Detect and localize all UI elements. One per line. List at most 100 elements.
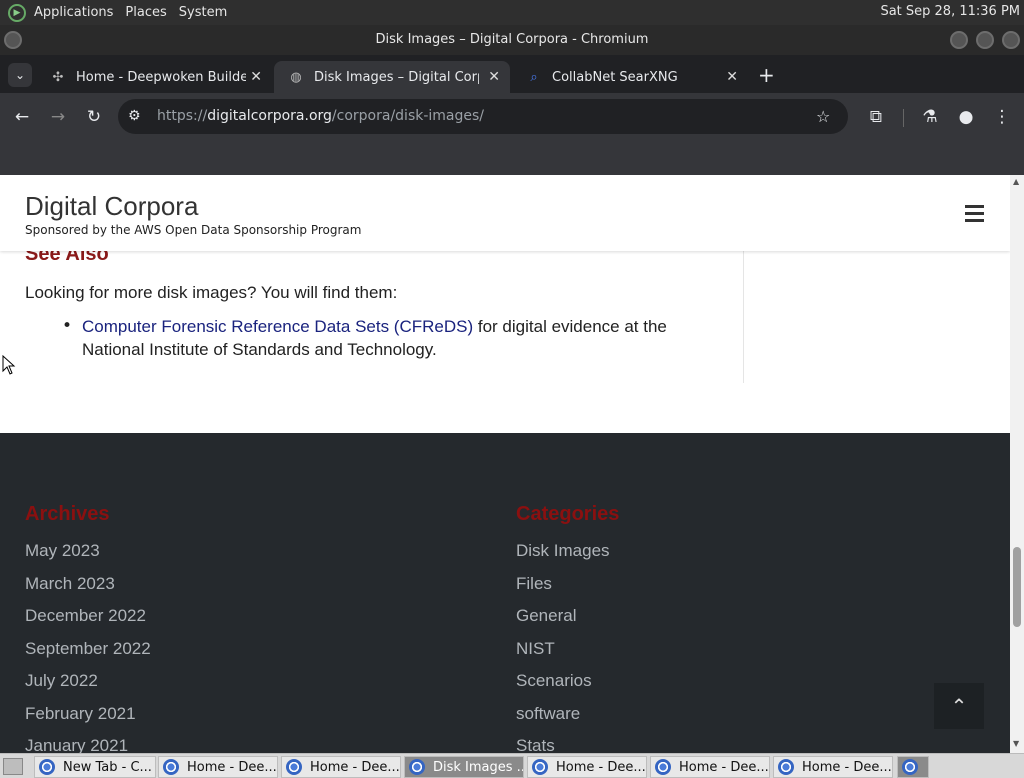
page-scrollbar[interactable]: ▲ ▼	[1010, 175, 1024, 753]
archive-link[interactable]: July 2022	[25, 671, 151, 704]
show-desktop-icon[interactable]	[3, 758, 23, 775]
profile-icon[interactable]: ●	[956, 107, 976, 127]
web-page: See Also Looking for more disk images? Y…	[0, 175, 1010, 753]
chromium-icon	[39, 759, 55, 775]
tab-strip: ⌄ ✣ Home - Deepwoken Builder ✕ ◍ Disk Im…	[0, 55, 1024, 93]
deepwoken-icon: ✣	[52, 69, 64, 85]
close-window-icon[interactable]	[1002, 31, 1020, 49]
forward-icon[interactable]: →	[48, 107, 68, 127]
system-panel: ▶ Applications Places System Sat Sep 28,…	[0, 0, 1024, 25]
menu-places[interactable]: Places	[125, 5, 166, 20]
tab-searxng[interactable]: ⌕ CollabNet SearXNG ✕	[512, 61, 748, 93]
look-for-text: Looking for more disk images? You will f…	[25, 283, 398, 302]
category-link[interactable]: General	[516, 606, 610, 639]
archives-heading: Archives	[25, 503, 110, 525]
menu-dots-icon[interactable]: ⋮	[992, 107, 1012, 127]
site-info-icon[interactable]: ⚙	[128, 99, 141, 134]
new-tab-icon[interactable]: +	[758, 63, 775, 87]
close-tab-icon[interactable]: ✕	[250, 69, 262, 85]
url-path: /corpora/disk-images/	[331, 108, 485, 124]
category-link[interactable]: Disk Images	[516, 541, 610, 574]
tab-title: Home - Deepwoken Builder	[76, 69, 246, 85]
categories-list: Disk Images Files General NIST Scenarios…	[516, 541, 610, 753]
archive-link[interactable]: March 2023	[25, 574, 151, 607]
archive-link[interactable]: May 2023	[25, 541, 151, 574]
mouse-pointer-icon	[2, 355, 16, 375]
taskbar-button[interactable]: Home - Dee...	[773, 756, 893, 778]
bullet-icon: •	[62, 316, 73, 336]
hamburger-menu-icon[interactable]	[965, 205, 984, 226]
taskbar-button-chromium[interactable]	[897, 756, 929, 778]
cfreds-link[interactable]: Computer Forensic Reference Data Sets (C…	[82, 317, 473, 336]
address-bar[interactable]: ⚙ https://digitalcorpora.org/corpora/dis…	[118, 99, 848, 134]
back-icon[interactable]: ←	[12, 107, 32, 127]
minimize-icon[interactable]	[950, 31, 968, 49]
archives-list: May 2023 March 2023 December 2022 Septem…	[25, 541, 151, 753]
categories-heading: Categories	[516, 503, 620, 525]
taskbar-button-active[interactable]: Disk Images ...	[404, 756, 524, 778]
site-footer: Archives May 2023 March 2023 December 20…	[0, 433, 1010, 753]
maximize-icon[interactable]	[976, 31, 994, 49]
tab-deepwoken[interactable]: ✣ Home - Deepwoken Builder ✕	[36, 61, 272, 93]
taskbar-label: Home - Dee...	[802, 759, 892, 775]
search-icon: ⌕	[530, 69, 538, 85]
archive-link[interactable]: December 2022	[25, 606, 151, 639]
close-tab-icon[interactable]: ✕	[488, 69, 500, 85]
reload-icon[interactable]: ↻	[84, 107, 104, 127]
chromium-icon	[532, 759, 548, 775]
category-link[interactable]: Files	[516, 574, 610, 607]
taskbar-label: Home - Dee...	[556, 759, 646, 775]
scroll-down-icon[interactable]: ▼	[1013, 739, 1019, 748]
archive-link[interactable]: September 2022	[25, 639, 151, 672]
tab-disk-images[interactable]: ◍ Disk Images – Digital Corpora ✕	[274, 61, 510, 93]
scroll-up-icon[interactable]: ▲	[1013, 177, 1019, 186]
taskbar-label: Home - Dee...	[187, 759, 277, 775]
taskbar-button[interactable]: Home - Dee...	[281, 756, 401, 778]
taskbar-button[interactable]: Home - Dee...	[650, 756, 770, 778]
url-host: digitalcorpora.org	[207, 108, 332, 124]
chromium-icon	[163, 759, 179, 775]
bookmark-bar	[0, 141, 1024, 175]
taskbar-button[interactable]: Home - Dee...	[527, 756, 647, 778]
clock[interactable]: Sat Sep 28, 11:36 PM	[880, 4, 1020, 19]
category-link[interactable]: software	[516, 704, 610, 737]
url-text: https://digitalcorpora.org/corpora/disk-…	[157, 99, 484, 134]
menu-system[interactable]: System	[179, 5, 227, 20]
archive-link[interactable]: January 2021	[25, 736, 151, 753]
scroll-to-top-button[interactable]: ⌃	[934, 683, 984, 729]
window-menu-icon[interactable]	[4, 31, 22, 49]
applications-icon[interactable]: ▶	[8, 3, 26, 22]
window-titlebar: Disk Images – Digital Corpora - Chromium	[0, 25, 1024, 55]
taskbar-label: New Tab - C...	[63, 759, 152, 775]
site-tagline: Sponsored by the AWS Open Data Sponsorsh…	[25, 223, 362, 237]
scrollbar-thumb[interactable]	[1013, 547, 1021, 627]
chromium-icon	[286, 759, 302, 775]
browser-toolbar: ← → ↻ ⚙ https://digitalcorpora.org/corpo…	[0, 93, 1024, 141]
category-link[interactable]: Scenarios	[516, 671, 610, 704]
sidebar-divider	[743, 251, 744, 383]
chromium-icon	[778, 759, 794, 775]
chromium-icon	[655, 759, 671, 775]
extensions-icon[interactable]: ⧉	[866, 107, 886, 127]
taskbar: New Tab - C... Home - Dee... Home - Dee.…	[0, 753, 1024, 778]
list-item: Computer Forensic Reference Data Sets (C…	[82, 315, 722, 361]
taskbar-button[interactable]: New Tab - C...	[34, 756, 156, 778]
tab-title: CollabNet SearXNG	[552, 69, 678, 85]
chromium-icon	[902, 759, 918, 775]
archive-link[interactable]: February 2021	[25, 704, 151, 737]
site-header: Digital Corpora Sponsored by the AWS Ope…	[0, 175, 1010, 251]
site-brand[interactable]: Digital Corpora	[25, 191, 198, 222]
category-link[interactable]: NIST	[516, 639, 610, 672]
category-link[interactable]: Stats	[516, 736, 610, 753]
globe-icon: ◍	[290, 69, 302, 85]
taskbar-button[interactable]: Home - Dee...	[158, 756, 278, 778]
bookmark-star-icon[interactable]: ☆	[816, 99, 830, 134]
tab-search-chevron-icon[interactable]: ⌄	[8, 63, 32, 87]
labs-flask-icon[interactable]: ⚗	[920, 107, 940, 127]
close-tab-icon[interactable]: ✕	[726, 69, 738, 85]
taskbar-label: Home - Dee...	[679, 759, 769, 775]
toolbar-divider	[903, 109, 904, 127]
tab-title: Disk Images – Digital Corpora	[314, 69, 479, 85]
menu-applications[interactable]: Applications	[34, 5, 113, 20]
taskbar-label: Disk Images ...	[433, 759, 524, 775]
